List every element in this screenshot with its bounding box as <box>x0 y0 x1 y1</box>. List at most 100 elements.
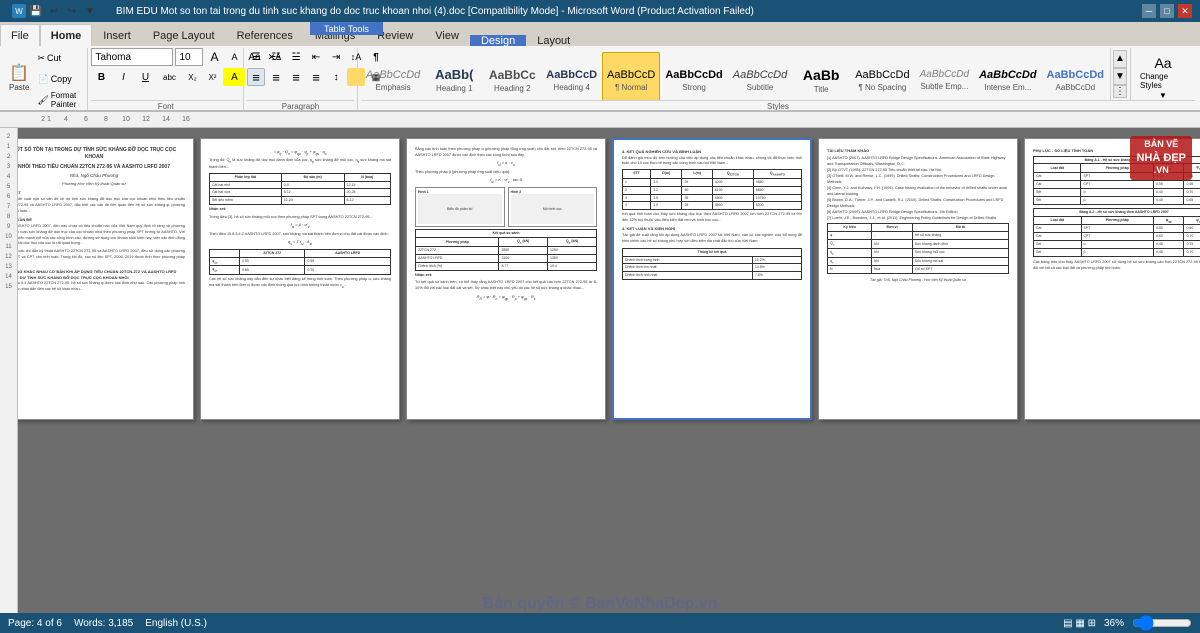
minimize-btn[interactable]: ─ <box>1142 4 1156 18</box>
clipboard-label: Clipboard <box>5 110 84 112</box>
center-button[interactable]: ≡ <box>267 68 285 86</box>
style-heading1[interactable]: AaBb( Heading 1 <box>425 52 483 100</box>
tab-view[interactable]: View <box>424 24 470 46</box>
tab-references[interactable]: References <box>226 24 304 46</box>
tab-page-layout[interactable]: Page Layout <box>142 24 226 46</box>
ruler-mark: 14 <box>156 116 176 123</box>
v-ruler-mark: 1 <box>0 142 17 152</box>
grow-font-button[interactable]: A <box>205 48 223 66</box>
style-strong[interactable]: AaBbCcDd Strong <box>660 52 727 100</box>
font-size-input[interactable] <box>175 48 203 66</box>
doc-page-4[interactable]: 3. KẾT QUẢ NGHIÊN CỨU VÀ BÌNH LUẬN Để đá… <box>612 138 812 420</box>
qa-dropdown[interactable]: ▼ <box>82 3 98 19</box>
italic-button[interactable]: I <box>113 68 133 86</box>
ruler-mark: 16 <box>176 116 196 123</box>
close-btn[interactable]: ✕ <box>1178 4 1192 18</box>
tab-home[interactable]: Home <box>40 24 93 46</box>
v-ruler-mark: 13 <box>0 262 17 272</box>
style-intenseem[interactable]: AaBbCcDd Intense Em... <box>974 52 1041 100</box>
qa-undo[interactable]: ↩ <box>46 3 62 19</box>
subscript-button[interactable]: X₂ <box>183 68 201 86</box>
v-ruler-mark: 10 <box>0 232 17 242</box>
font-label: Font <box>91 100 240 112</box>
ruler-mark: 10 <box>116 116 136 123</box>
page-content-5: TÀI LIỆU THAM KHẢO [1] AASHTO (2007). AA… <box>819 139 1017 291</box>
v-ruler-mark: 2 <box>0 152 17 162</box>
pages-area[interactable]: MỘT SỐ TỒN TẠI TRONG DỰ TÍNH SỨC KHÁNG Đ… <box>18 128 1200 613</box>
change-styles-button[interactable]: Aa Change Styles ▼ <box>1137 52 1189 100</box>
justify-button[interactable]: ≡ <box>307 68 325 86</box>
doc-page-3[interactable]: Bằng các tính toán theo phương pháp α (p… <box>406 138 606 420</box>
increase-indent-button[interactable]: ⇥ <box>327 48 345 66</box>
change-styles-label: Change Styles <box>1140 72 1186 90</box>
multilevel-button[interactable]: ☱ <box>287 48 305 66</box>
change-styles-arrow: ▼ <box>1159 91 1167 100</box>
tab-insert[interactable]: Insert <box>92 24 142 46</box>
numbering-button[interactable]: ☷ <box>267 48 285 66</box>
content-area: 2 1 4 6 8 10 12 14 16 2 1 2 3 4 5 6 7 8 … <box>0 112 1200 613</box>
style-heading4[interactable]: AaBbCcD Heading 4 <box>541 52 602 100</box>
underline-button[interactable]: U <box>135 68 155 86</box>
v-ruler-mark: 12 <box>0 252 17 262</box>
style-heading2[interactable]: AaBbCc Heading 2 <box>483 52 541 100</box>
styles-label: Styles <box>361 100 1195 112</box>
decrease-indent-button[interactable]: ⇤ <box>307 48 325 66</box>
word-icon: W <box>12 4 26 18</box>
style-nospacing[interactable]: AaBbCcDd ¶ No Spacing <box>850 52 914 100</box>
highlight-button[interactable]: A <box>223 68 245 86</box>
zoom-slider[interactable] <box>1132 618 1192 628</box>
shrink-font-button[interactable]: A <box>225 48 243 66</box>
doc-page-1[interactable]: MỘT SỐ TỒN TẠI TRONG DỰ TÍNH SỨC KHÁNG Đ… <box>18 138 194 420</box>
tab-design[interactable]: Design <box>470 35 526 46</box>
page-content-1: MỘT SỐ TỒN TẠI TRONG DỰ TÍNH SỨC KHÁNG Đ… <box>18 139 193 301</box>
font-name-input[interactable] <box>91 48 173 66</box>
bold-button[interactable]: B <box>91 68 111 86</box>
style-normal[interactable]: AaBbCcD ¶ Normal <box>602 52 660 100</box>
line-spacing-button[interactable]: ↕ <box>327 68 345 86</box>
paragraph-group: ☰ ☷ ☱ ⇤ ⇥ ↕A ¶ ≡ ≡ ≡ ≡ ↕ ▦ Pa <box>244 48 358 112</box>
v-ruler-mark: 9 <box>0 222 17 232</box>
doc-page-6[interactable]: PHỤ LỤC - SỐ LIỆU TÍNH TOÁN Bảng A.1 - H… <box>1024 138 1200 420</box>
page-status: Page: 4 of 6 <box>8 618 62 629</box>
title-bar: W 💾 ↩ ↪ ▼ BIM EDU Mot so ton tai trong d… <box>0 0 1200 22</box>
ribbon: Table Tools File Home Insert Page Layout… <box>0 22 1200 112</box>
tab-file[interactable]: File <box>0 24 40 46</box>
top-watermark: BẢN VẼ NHÀ ĐẸP .VN <box>1130 136 1192 180</box>
change-styles-icon: Aa <box>1154 55 1171 71</box>
align-right-button[interactable]: ≡ <box>287 68 305 86</box>
v-ruler-mark: 15 <box>0 282 17 292</box>
v-ruler-mark: 14 <box>0 272 17 282</box>
superscript-button[interactable]: X² <box>203 68 221 86</box>
align-left-button[interactable]: ≡ <box>247 68 265 86</box>
ruler-mark: 8 <box>96 116 116 123</box>
qa-save[interactable]: 💾 <box>28 3 44 19</box>
ruler-mark: 2 1 <box>36 116 56 123</box>
ruler-mark: 12 <box>136 116 156 123</box>
doc-page-5[interactable]: TÀI LIỆU THAM KHẢO [1] AASHTO (2007). AA… <box>818 138 1018 420</box>
strikethrough-button[interactable]: abc <box>157 68 181 86</box>
style-intenseem2[interactable]: AaBbCcDd AaBbCcDd <box>1042 52 1109 100</box>
style-emphasis[interactable]: AaBbCcDd Emphasis <box>361 52 425 100</box>
paste-button[interactable]: 📋 Paste <box>5 57 33 101</box>
qa-redo[interactable]: ↪ <box>64 3 80 19</box>
copy-button[interactable]: 📄 Copy <box>34 69 84 89</box>
tab-layout[interactable]: Layout <box>526 35 581 46</box>
cut-button[interactable]: ✂ Cut <box>34 48 84 68</box>
style-subtleem[interactable]: AaBbCcDd Subtle Emp... <box>915 52 974 100</box>
bullets-button[interactable]: ☰ <box>247 48 265 66</box>
status-bar: Page: 4 of 6 Words: 3,185 English (U.S.)… <box>0 613 1200 633</box>
top-ruler: 2 1 4 6 8 10 12 14 16 <box>0 112 1200 128</box>
styles-scroll-down[interactable]: ▼ <box>1113 68 1127 86</box>
format-painter-button[interactable]: 🖌 Format Painter <box>34 90 84 110</box>
style-title[interactable]: AaBb Title <box>792 52 850 100</box>
maximize-btn[interactable]: □ <box>1160 4 1174 18</box>
doc-page-2[interactable]: = φq · Qn = φqp · qp + φqs · qs Trong đó… <box>200 138 400 420</box>
window-controls: ─ □ ✕ <box>1142 4 1192 18</box>
ribbon-content: 📋 Paste ✂ Cut 📄 Copy 🖌 Format Painter Cl… <box>0 46 1200 112</box>
styles-expand[interactable]: ⋮ <box>1113 85 1127 98</box>
v-ruler-mark: 7 <box>0 202 17 212</box>
styles-scroll-up[interactable]: ▲ <box>1113 50 1127 68</box>
styles-group: AaBbCcDd Emphasis AaBb( Heading 1 AaBbCc… <box>358 48 1198 112</box>
ribbon-tab-row: Table Tools File Home Insert Page Layout… <box>0 22 1200 46</box>
style-subtitle[interactable]: AaBbCcDd Subtitle <box>728 52 792 100</box>
